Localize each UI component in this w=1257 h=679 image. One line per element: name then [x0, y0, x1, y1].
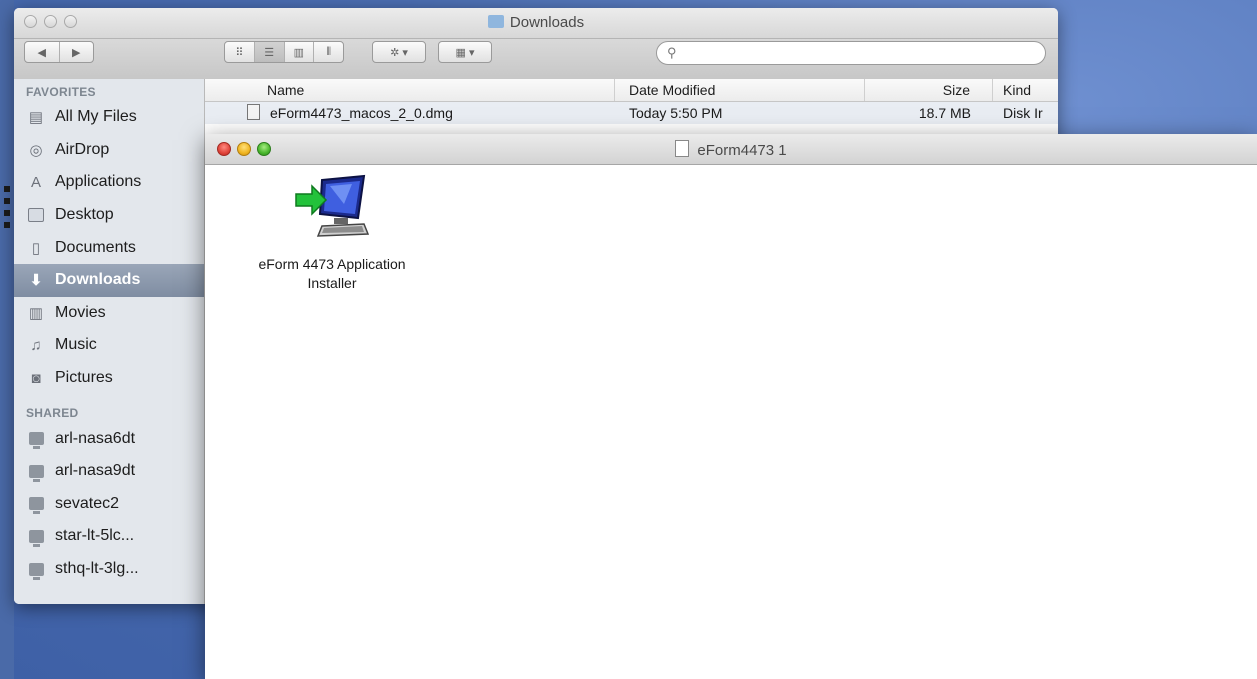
date-cell: Today 5:50 PM — [629, 105, 723, 121]
pictures-icon: ◙ — [31, 369, 41, 387]
list-header: Name Date Modified Size Kind — [205, 79, 1058, 102]
sidebar-item-movies[interactable]: ▥ Movies — [14, 297, 204, 330]
favorites-header: FAVORITES — [26, 85, 96, 99]
sidebar-item-arl-nasa6dt[interactable]: arl-nasa6dt — [14, 422, 204, 455]
computer-icon — [27, 430, 45, 450]
title-bar[interactable]: eForm4473 1 — [205, 134, 1257, 165]
volume-icon — [675, 140, 690, 157]
sidebar: FAVORITES ▤ All My Files ◎ AirDrop A App… — [14, 79, 205, 604]
back-forward-control[interactable]: ◀ ▶ — [24, 41, 94, 63]
sidebar-item-desktop[interactable]: Desktop — [14, 199, 204, 232]
search-input[interactable]: ⚲ — [656, 41, 1046, 65]
background-window-edge — [0, 0, 14, 679]
sidebar-item-music[interactable]: ♫ Music — [14, 329, 204, 362]
sidebar-item-downloads[interactable]: ⬇ Downloads — [14, 263, 204, 297]
window-title: eForm4473 1 — [205, 140, 1257, 159]
arrange-menu-button[interactable]: ▦ ▾ — [438, 41, 492, 63]
all-files-icon: ▤ — [28, 109, 44, 127]
back-arrow-icon[interactable]: ◀ — [25, 42, 60, 62]
icon-view-icon[interactable]: ⠿ — [225, 42, 255, 62]
column-view-icon[interactable]: ▥ — [285, 42, 315, 62]
computer-icon — [27, 560, 45, 580]
column-header-date[interactable]: Date Modified — [615, 79, 865, 101]
installer-app-label: eForm 4473 Application Installer — [258, 256, 406, 291]
sidebar-item-airdrop[interactable]: ◎ AirDrop — [14, 134, 204, 167]
sidebar-item-pictures[interactable]: ◙ Pictures — [14, 362, 204, 395]
folder-icon — [487, 15, 504, 28]
arrange-icon[interactable]: ▦ ▾ — [439, 42, 491, 62]
installer-app-item[interactable]: eForm 4473 Application Installer — [227, 174, 437, 293]
sidebar-item-sthq-lt[interactable]: sthq-lt-3lg... — [14, 553, 204, 586]
sidebar-item-all-my-files[interactable]: ▤ All My Files — [14, 101, 204, 134]
view-mode-control[interactable]: ⠿ ☰ ▥ ⦀ — [224, 41, 344, 63]
file-name-cell: eForm4473_macos_2_0.dmg — [205, 102, 615, 124]
music-icon: ♫ — [30, 336, 42, 354]
kind-cell: Disk Ir — [1003, 105, 1043, 121]
toolbar: ◀ ▶ ⠿ ☰ ▥ ⦀ ✲ ▾ ▦ ▾ ⚲ — [14, 39, 1058, 80]
computer-icon — [27, 495, 45, 515]
sidebar-item-sevatec2[interactable]: sevatec2 — [14, 488, 204, 521]
column-header-kind[interactable]: Kind — [993, 79, 1058, 101]
search-icon: ⚲ — [667, 45, 677, 60]
installer-app-icon — [295, 174, 370, 237]
sidebar-item-documents[interactable]: ▯ Documents — [14, 231, 204, 264]
disk-image-icon — [247, 104, 260, 120]
forward-arrow-icon[interactable]: ▶ — [60, 42, 94, 62]
airdrop-icon: ◎ — [29, 141, 43, 159]
cover-flow-icon[interactable]: ⦀ — [314, 42, 343, 62]
size-cell: 18.7 MB — [918, 105, 971, 121]
gear-icon[interactable]: ✲ ▾ — [373, 42, 425, 62]
computer-icon — [27, 527, 45, 547]
window-title: Downloads — [14, 14, 1058, 31]
computer-icon — [27, 462, 45, 482]
column-header-size[interactable]: Size — [865, 79, 993, 101]
title-bar[interactable]: Downloads — [14, 8, 1058, 39]
downloads-icon: ⬇ — [29, 272, 43, 290]
desktop-icon — [27, 206, 45, 224]
action-menu-button[interactable]: ✲ ▾ — [372, 41, 426, 63]
disk-image-window[interactable]: eForm4473 1 eForm 4473 Application Insta… — [205, 134, 1257, 679]
sidebar-item-applications[interactable]: A Applications — [14, 166, 204, 199]
sidebar-item-star-lt[interactable]: star-lt-5lc... — [14, 520, 204, 553]
table-row[interactable]: eForm4473_macos_2_0.dmg Today 5:50 PM 18… — [205, 102, 1058, 124]
movies-icon: ▥ — [28, 304, 44, 322]
list-view-icon[interactable]: ☰ — [254, 42, 285, 62]
column-header-name[interactable]: Name — [205, 79, 615, 101]
sidebar-item-arl-nasa9dt[interactable]: arl-nasa9dt — [14, 455, 204, 488]
documents-icon: ▯ — [31, 239, 41, 257]
applications-icon: A — [30, 173, 41, 191]
shared-header: SHARED — [26, 406, 79, 421]
